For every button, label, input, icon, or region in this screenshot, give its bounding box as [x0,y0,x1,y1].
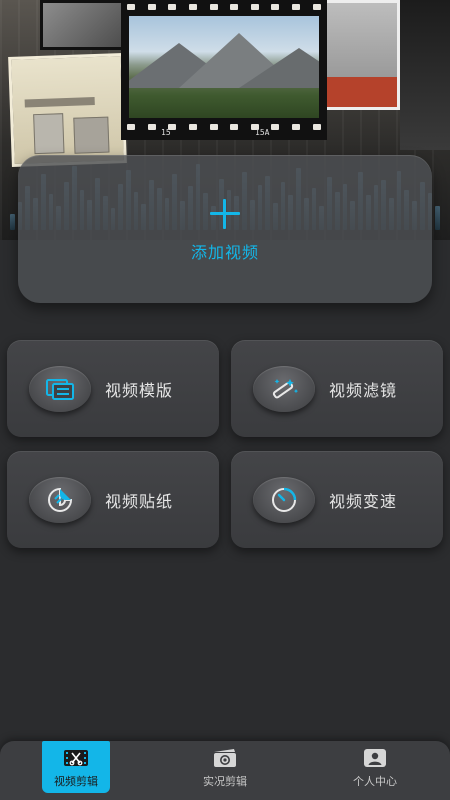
film-strip-photo: 15 15A [121,0,327,140]
video-sticker-button[interactable]: 视频贴纸 [7,451,219,548]
video-speed-label: 视频变速 [329,491,398,511]
bottom-tab-bar: 视频剪辑 实况剪辑 个人中心 [0,741,450,800]
speed-dial-icon [253,476,315,523]
mountain-photo [129,16,319,118]
live-clip-icon [212,749,238,767]
video-template-button[interactable]: 视频模版 [7,340,219,437]
waveform-bar [10,214,15,230]
tab-profile-label: 个人中心 [353,775,397,788]
sticker-icon [29,476,91,523]
collage-photo-dark [400,0,450,150]
video-filter-button[interactable]: 视频滤镜 [231,340,443,437]
tab-live-edit[interactable]: 实况剪辑 [191,741,259,791]
film-frame-number: 15A [255,128,270,137]
film-frame-number: 15 [161,128,171,137]
collage-photo [40,0,125,50]
template-icon [29,365,91,412]
magic-wand-icon [253,365,315,412]
tab-video-edit[interactable]: 视频剪辑 [42,741,110,793]
video-sticker-label: 视频贴纸 [105,491,174,511]
film-scissors-icon [63,749,89,767]
tab-profile[interactable]: 个人中心 [341,741,409,791]
profile-icon [362,749,388,767]
tab-live-edit-label: 实况剪辑 [203,775,247,788]
tab-video-edit-label: 视频剪辑 [54,775,98,788]
collage-photo-polaroid [322,0,400,110]
waveform-bar [435,206,441,230]
add-video-button[interactable]: 添加视频 [18,155,432,303]
video-filter-label: 视频滤镜 [329,380,398,400]
plus-icon [210,199,240,229]
add-video-label: 添加视频 [190,243,259,262]
video-template-label: 视频模版 [105,380,174,400]
video-speed-button[interactable]: 视频变速 [231,451,443,548]
